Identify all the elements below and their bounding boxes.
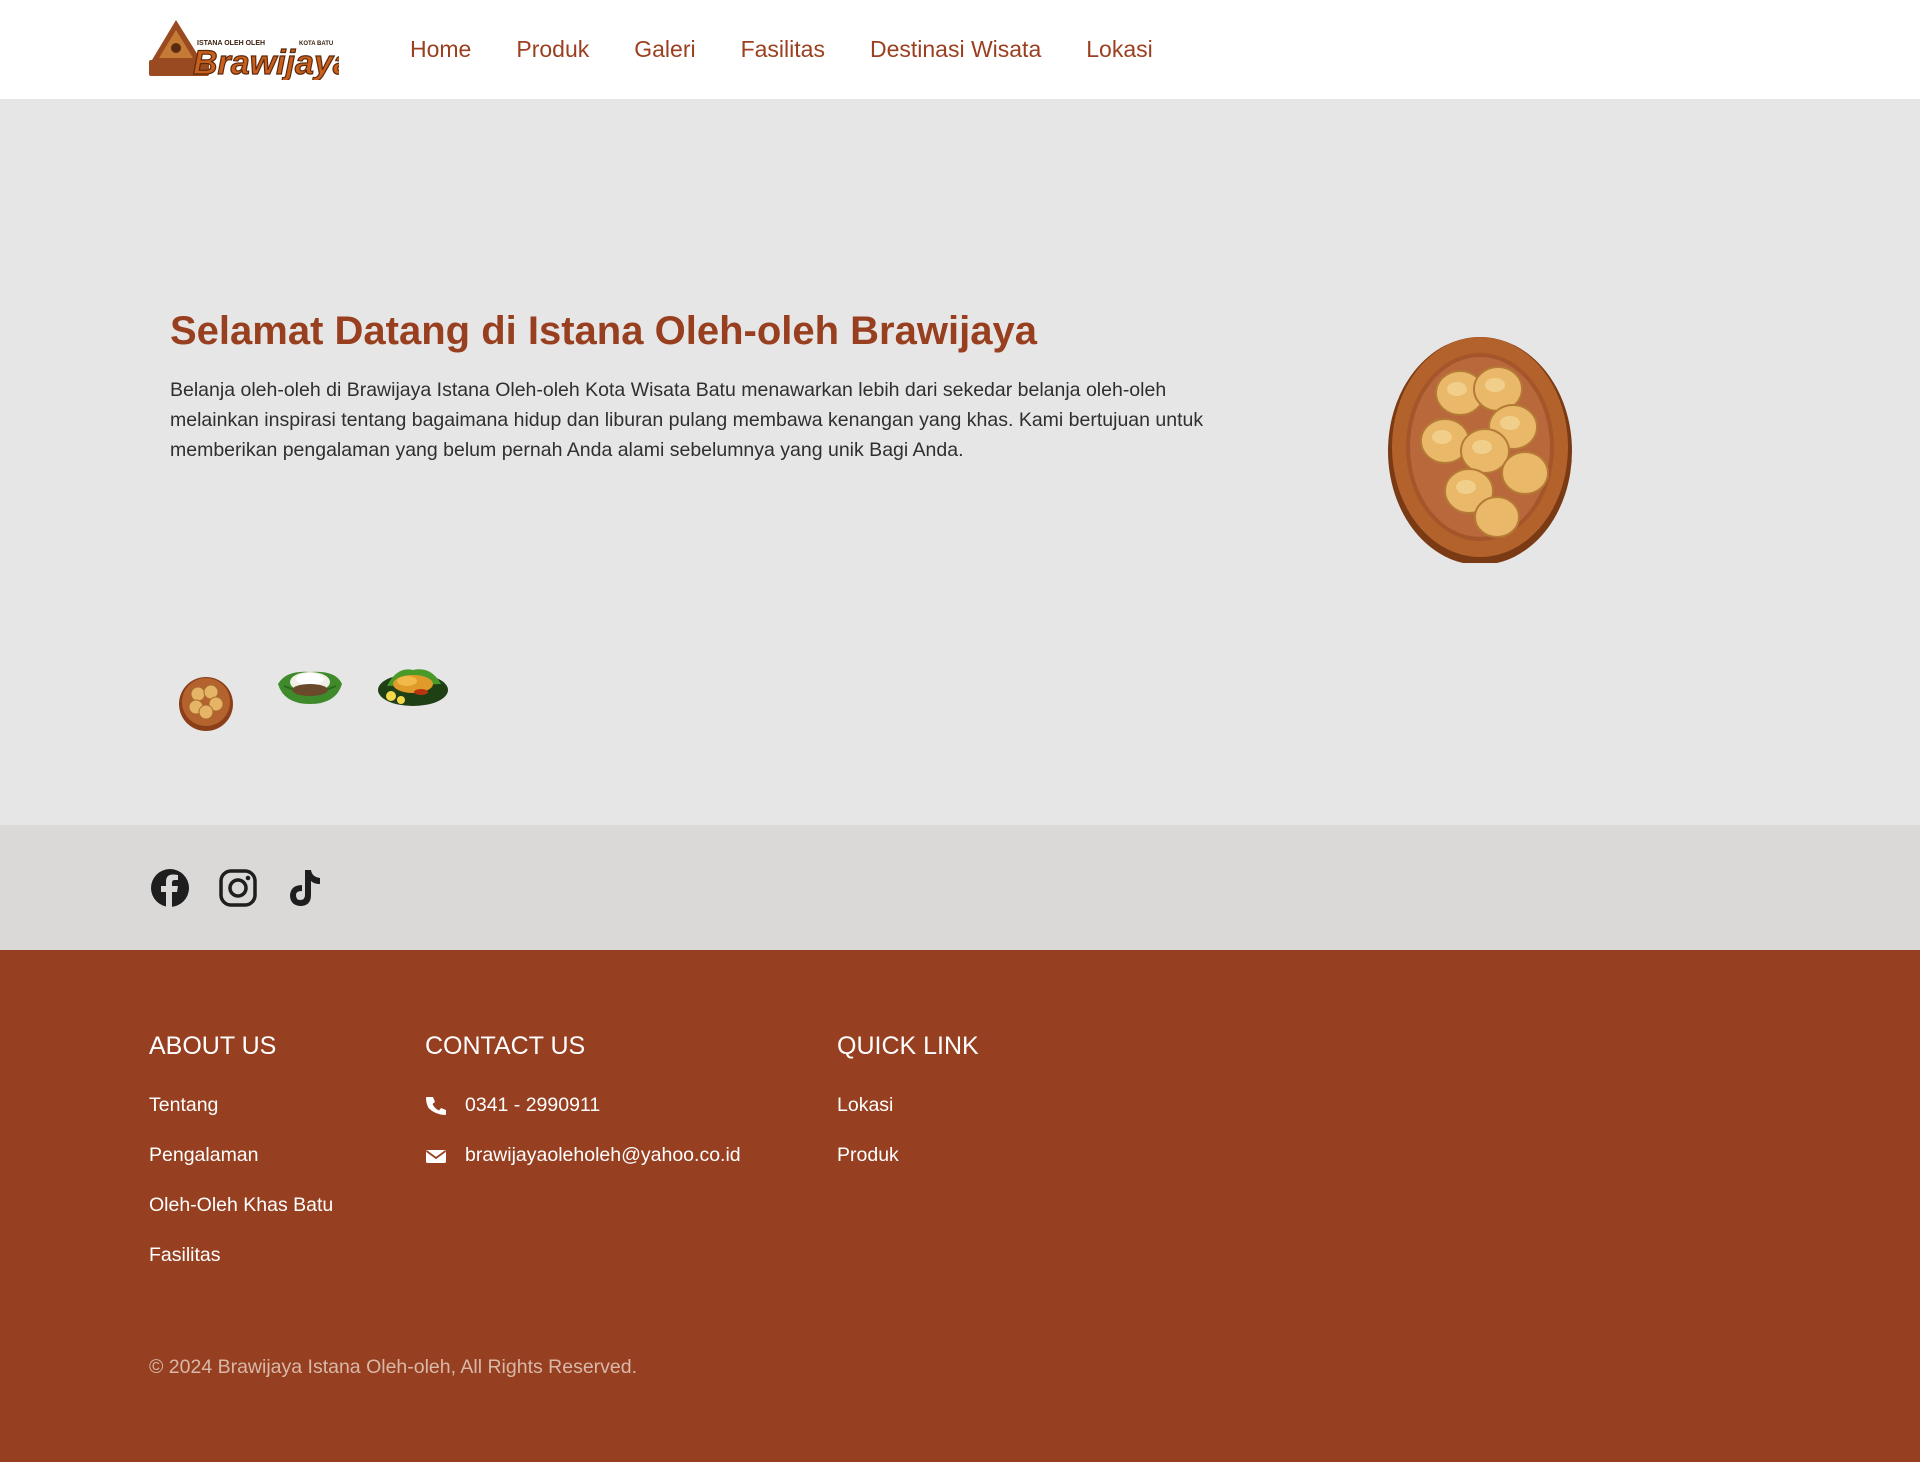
tiktok-icon[interactable] [283, 867, 325, 909]
footer-link-produk[interactable]: Produk [837, 1144, 899, 1167]
quick-link-heading: QUICK LINK [837, 1032, 979, 1060]
nav-lokasi[interactable]: Lokasi [1086, 36, 1152, 63]
facebook-icon[interactable] [149, 867, 191, 909]
contact-us-heading: CONTACT US [425, 1032, 586, 1060]
hero-description: Belanja oleh-oleh di Brawijaya Istana Ol… [170, 379, 1204, 461]
site-footer: ABOUT US Tentang Pengalaman Oleh-Oleh Kh… [0, 950, 1920, 1462]
social-bar [0, 825, 1920, 950]
about-us-heading: ABOUT US [149, 1032, 277, 1060]
brawijaya-logo[interactable]: ISTANA OLEH OLEH KOTA BATU Brawijaya [149, 18, 352, 83]
footer-link-tentang[interactable]: Tentang [149, 1094, 218, 1117]
phone-icon [426, 1096, 446, 1115]
instagram-icon[interactable] [217, 867, 259, 909]
site-header: ISTANA OLEH OLEH KOTA BATU Brawijaya Hom… [0, 0, 1920, 99]
main-nav: Home Produk Galeri Fasilitas Destinasi W… [410, 0, 1198, 99]
contact-phone-row[interactable]: 0341 - 2990911 [425, 1094, 600, 1117]
envelope-icon [425, 1149, 447, 1163]
contact-phone: 0341 - 2990911 [465, 1094, 601, 1116]
footer-link-lokasi[interactable]: Lokasi [837, 1094, 893, 1117]
nav-fasilitas[interactable]: Fasilitas [741, 36, 825, 63]
contact-email-row[interactable]: brawijayaoleholeh@yahoo.co.id [425, 1144, 741, 1167]
hero-title: Selamat Datang di Istana Oleh-oleh Brawi… [170, 309, 1037, 353]
thumbnail-jenang[interactable] [276, 664, 344, 713]
nav-destinasi-wisata[interactable]: Destinasi Wisata [870, 36, 1041, 63]
svg-text:Brawijaya: Brawijaya [193, 44, 339, 80]
nav-produk[interactable]: Produk [516, 36, 589, 63]
footer-link-oleh-oleh[interactable]: Oleh-Oleh Khas Batu [149, 1194, 333, 1217]
nav-home[interactable]: Home [410, 36, 471, 63]
thumbnail-fried-snack[interactable] [377, 662, 449, 713]
nav-galeri[interactable]: Galeri [634, 36, 695, 63]
footer-link-fasilitas[interactable]: Fasilitas [149, 1244, 221, 1267]
copyright-text: © 2024 Brawijaya Istana Oleh-oleh, All R… [149, 1356, 638, 1378]
footer-link-pengalaman[interactable]: Pengalaman [149, 1144, 259, 1167]
thumbnail-bakpia[interactable] [178, 674, 234, 737]
hero-bakpia-image [1385, 331, 1575, 565]
contact-email: brawijayaoleholeh@yahoo.co.id [465, 1144, 741, 1166]
hero-section: Selamat Datang di Istana Oleh-oleh Brawi… [0, 99, 1920, 825]
